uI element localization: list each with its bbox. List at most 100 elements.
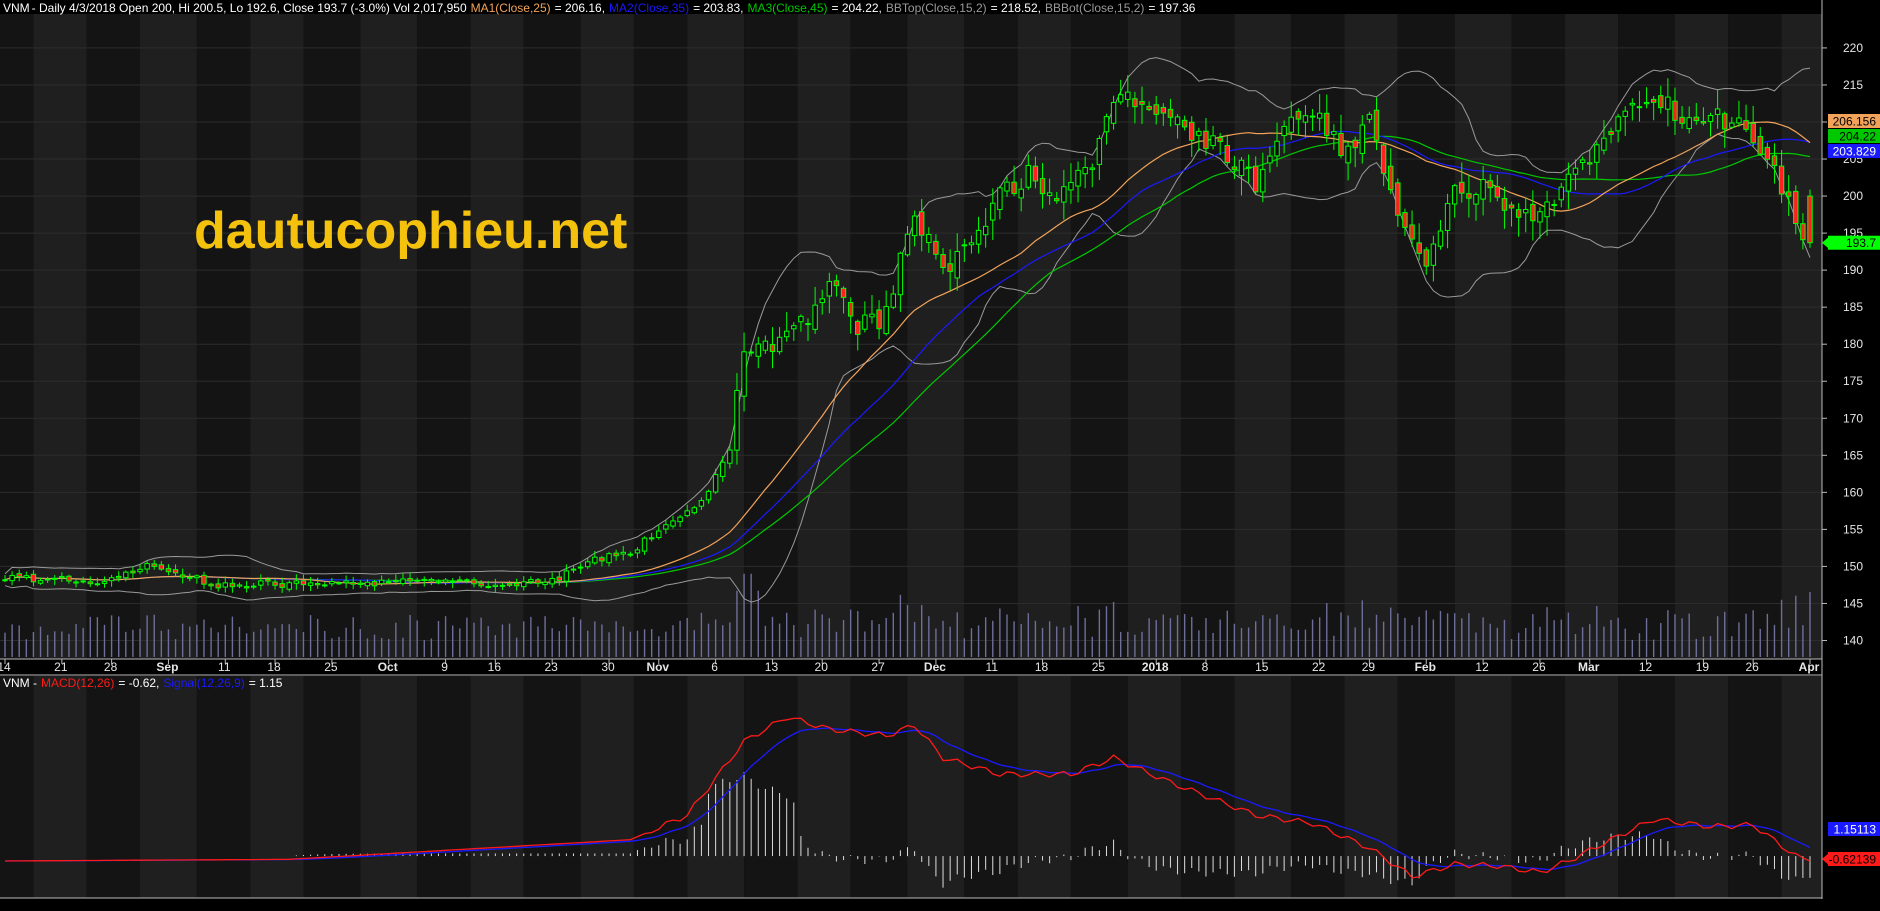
candle-up: [1267, 155, 1273, 164]
price-tick-label: 155: [1843, 522, 1863, 536]
candle-up: [1331, 131, 1337, 135]
candle-down: [933, 240, 939, 255]
candle-up: [862, 314, 868, 330]
candle-up: [251, 585, 257, 588]
week-band: [470, 14, 524, 659]
macd-week-band: [1618, 676, 1675, 898]
candle-up: [378, 579, 385, 585]
week-band: [1564, 14, 1619, 659]
candle-up: [1238, 159, 1245, 177]
candle-up: [123, 571, 129, 579]
candle-up: [570, 568, 577, 571]
macd-week-band: [580, 676, 634, 898]
macd-week-band: [360, 676, 418, 898]
candle-down: [407, 578, 413, 582]
candle-up: [1686, 117, 1692, 129]
candle-down: [414, 579, 420, 582]
candle-down: [1054, 198, 1060, 202]
date-tick-label: 22: [1312, 660, 1326, 674]
candle-up: [734, 389, 740, 451]
candle-down: [1800, 223, 1806, 241]
candle-down: [1771, 155, 1778, 167]
candle-up: [1117, 94, 1124, 103]
candle-up: [748, 351, 754, 354]
candle-up: [926, 233, 932, 244]
price-tick-label: 180: [1843, 337, 1863, 351]
date-tick-label: 25: [1092, 660, 1106, 674]
candle-up: [1594, 144, 1600, 163]
candle-down: [1750, 122, 1756, 144]
candle-up: [1629, 102, 1636, 106]
candle-up: [194, 575, 200, 579]
date-tick-label: Nov: [646, 660, 669, 674]
header-ma2-value: = 203.83,: [693, 1, 743, 15]
date-tick-label: 18: [267, 660, 281, 674]
candle-up: [1736, 117, 1742, 124]
date-tick-label: 29: [1362, 660, 1376, 674]
date-tick-label: 19: [1696, 660, 1710, 674]
candle-up: [1061, 186, 1067, 203]
candle-up: [997, 187, 1003, 211]
header-bbbot-label: BBBot(Close,15,2): [1045, 1, 1144, 15]
candle-down: [1530, 203, 1536, 222]
candle-up: [1579, 159, 1586, 164]
price-chart[interactable]: dautucophieu.net 140 145 150 155 160 165 170 17…: [0, 0, 1880, 911]
date-tick-label: 28: [104, 660, 118, 674]
candle-up: [59, 575, 65, 579]
candle-up: [521, 581, 527, 588]
candle-up: [542, 581, 548, 586]
candle-down: [172, 569, 179, 574]
macd-week-band: [1728, 676, 1782, 898]
candle-up: [1288, 116, 1294, 133]
candle-down: [1189, 121, 1195, 141]
macd-week-band: [850, 676, 908, 898]
week-band: [1728, 14, 1782, 659]
price-tick-label: 165: [1843, 448, 1863, 462]
candle-up: [137, 568, 143, 573]
candle-up: [1665, 96, 1671, 110]
date-tick-label: 11: [986, 660, 999, 674]
date-tick-label: 21: [54, 660, 68, 674]
week-band: [797, 14, 851, 659]
candle-up: [421, 578, 427, 581]
candle-down: [940, 254, 946, 269]
candle-down: [1650, 98, 1657, 103]
week-band: [1454, 14, 1512, 659]
candle-down: [513, 582, 520, 587]
candle-up: [1196, 130, 1202, 136]
date-tick-label: 2018: [1142, 660, 1169, 674]
candle-down: [1793, 190, 1799, 225]
date-tick-label: 6: [711, 660, 718, 674]
candle-up: [1622, 110, 1628, 117]
candle-down: [506, 583, 513, 586]
candle-up: [1437, 230, 1444, 247]
week-band: [1017, 14, 1071, 659]
candle-down: [919, 211, 925, 236]
candle-up: [911, 215, 918, 237]
macd-week-band: [964, 676, 1018, 898]
candle-down: [1395, 182, 1401, 216]
candle-up: [428, 578, 435, 582]
candle-down: [556, 576, 562, 581]
watermark: dautucophieu.net: [194, 202, 627, 260]
candle-down: [1153, 104, 1159, 115]
candle-up: [883, 306, 889, 335]
candle-up: [37, 580, 44, 584]
candle-down: [87, 581, 93, 585]
price-tick-label: 145: [1843, 596, 1863, 610]
date-tick-label: 26: [1745, 660, 1759, 674]
candle-up: [727, 449, 733, 464]
date-tick-label: 15: [1255, 660, 1269, 674]
macd-week-band: [744, 676, 798, 898]
macd-week-band: [0, 676, 34, 898]
candle-up: [1714, 108, 1721, 115]
candle-up: [904, 233, 911, 256]
macd-week-band: [303, 676, 361, 898]
macd-week-band: [1674, 676, 1729, 898]
candle-up: [606, 553, 612, 564]
candle-down: [1778, 165, 1785, 195]
price-tick-label: 160: [1843, 485, 1863, 499]
week-band: [33, 14, 87, 659]
ma3-tag-label: 204.22: [1839, 130, 1876, 144]
candle-down: [350, 581, 356, 585]
